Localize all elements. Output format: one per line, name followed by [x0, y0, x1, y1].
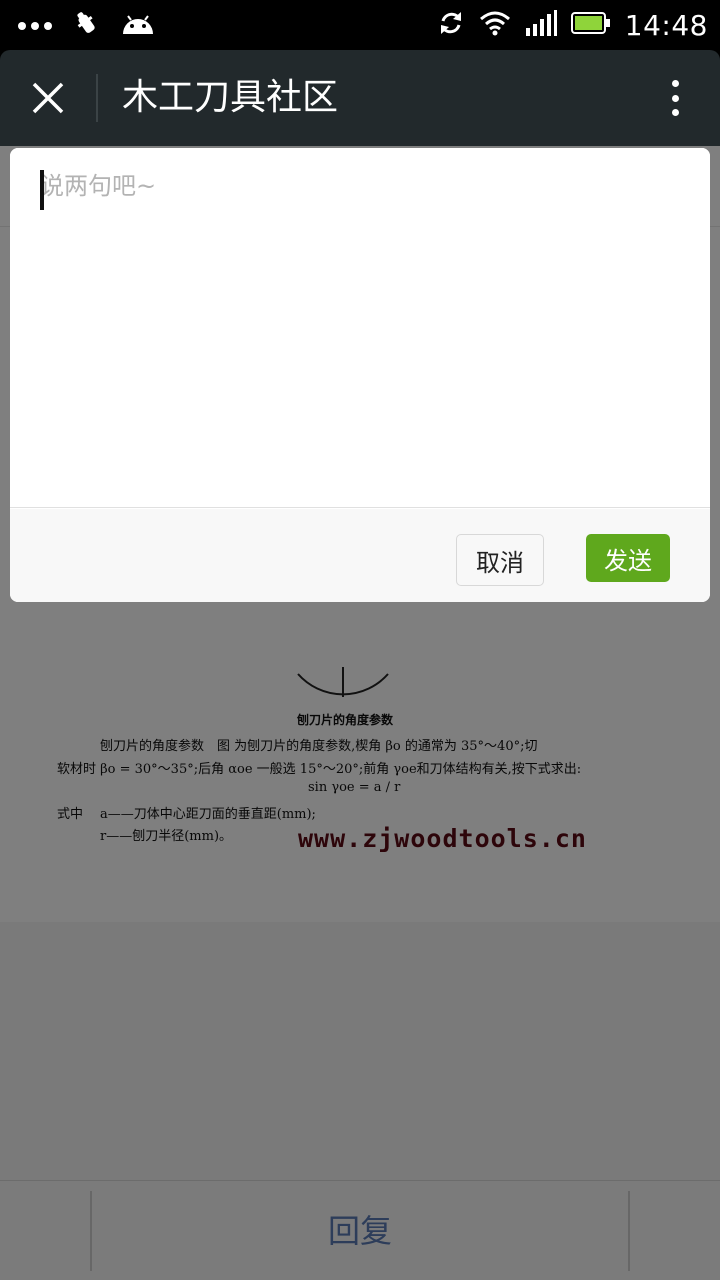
cancel-button[interactable]: 取消 — [456, 534, 544, 586]
android-icon — [120, 10, 156, 40]
send-button[interactable]: 发送 — [586, 534, 670, 582]
compose-area — [10, 148, 710, 508]
sync-icon — [437, 9, 465, 41]
dialog-actions: 取消 发送 — [10, 509, 710, 602]
signal-icon — [525, 10, 557, 40]
title-divider — [96, 74, 98, 122]
more-dots-icon — [18, 16, 52, 35]
page-title: 木工刀具社区 — [122, 77, 339, 118]
close-button[interactable] — [20, 70, 76, 126]
more-vertical-icon-dot — [671, 94, 679, 102]
close-icon — [32, 82, 64, 114]
bug-icon — [72, 9, 100, 41]
more-vertical-icon — [671, 80, 679, 87]
wifi-icon — [479, 10, 511, 40]
title-bar: 木工刀具社区 — [0, 50, 720, 146]
text-cursor — [40, 170, 44, 210]
more-vertical-icon-dot — [671, 109, 679, 116]
comment-input[interactable] — [40, 170, 680, 490]
more-options-button[interactable] — [660, 74, 690, 122]
compose-dialog: 取消 发送 — [10, 148, 710, 602]
status-left-icons — [18, 8, 156, 42]
battery-icon — [570, 11, 611, 39]
status-time: 14:48 — [624, 8, 708, 42]
status-bar: 14:48 — [0, 0, 720, 50]
status-right-icons: 14:48 — [437, 8, 708, 42]
